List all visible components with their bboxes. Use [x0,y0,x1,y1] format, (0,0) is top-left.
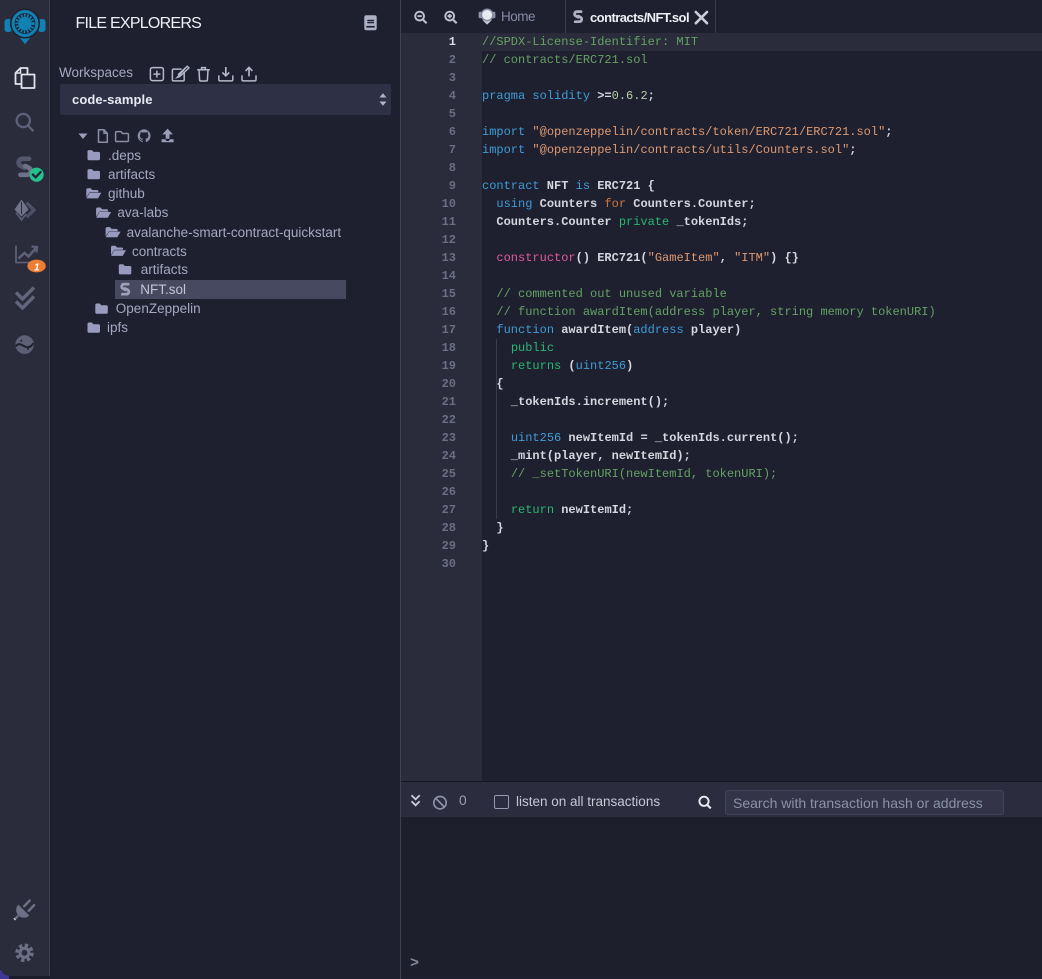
svg-text:1: 1 [34,263,40,274]
